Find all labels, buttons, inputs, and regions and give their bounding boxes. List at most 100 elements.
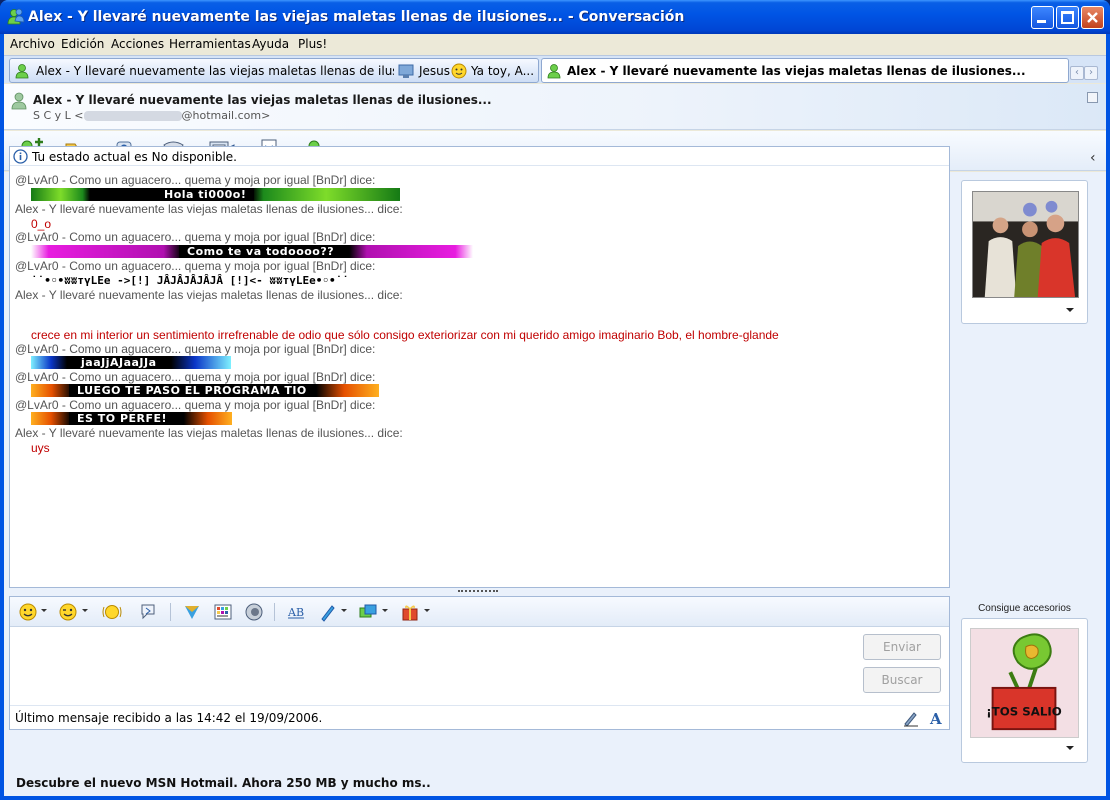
format-toolbar: AB: [10, 597, 949, 627]
message-sender: @LvAr0 - Como un aguacero... quema y moj…: [15, 230, 376, 244]
message-body: uys: [31, 441, 50, 455]
tab-scroll-right-icon[interactable]: ›: [1084, 66, 1098, 80]
accessories-panel: ¡TOS SALIO: [961, 618, 1088, 763]
header-collapse-icon[interactable]: [1087, 92, 1098, 103]
accessory-picture[interactable]: ¡TOS SALIO: [970, 628, 1079, 738]
message-sender: Alex - Y llevaré nuevamente las viejas m…: [15, 202, 403, 216]
picture-menu-dropdown-icon[interactable]: [1066, 308, 1074, 312]
status-notice: Tu estado actual es No disponible.: [10, 147, 949, 166]
conversation-history[interactable]: Tu estado actual es No disponible. @LvAr…: [9, 146, 950, 588]
tab-scroll-controls: ‹ ›: [1070, 64, 1100, 80]
search-button[interactable]: Buscar: [863, 667, 941, 693]
contact-status-icon: [11, 92, 27, 110]
message-sender: @LvAr0 - Como un aguacero... quema y moj…: [15, 398, 376, 412]
emoticon-icon[interactable]: [18, 602, 38, 622]
message-body-decorated: Como te va todoooo??: [31, 245, 473, 258]
contact-icon: [15, 64, 29, 79]
handwriting-dropdown-icon[interactable]: [341, 609, 347, 612]
last-message-info: Último mensaje recibido a las 14:42 el 1…: [15, 711, 323, 725]
info-icon: [13, 149, 28, 164]
contact-header: Alex - Y llevaré nuevamente las viejas m…: [4, 84, 1106, 130]
send-button[interactable]: Enviar: [863, 634, 941, 660]
message-sender: @LvAr0 - Como un aguacero... quema y moj…: [15, 342, 376, 356]
toolbar-separator: [170, 603, 171, 621]
menu-ayuda[interactable]: Ayuda: [252, 37, 289, 51]
message: @LvAr0 - Como un aguacero... quema y moj…: [15, 259, 945, 273]
message-sender: @LvAr0 - Como un aguacero... quema y moj…: [15, 259, 376, 273]
menu-acciones[interactable]: Acciones: [111, 37, 164, 51]
message-body-decorated: ES TO PERFE!: [31, 412, 232, 425]
message-body-decorated: jaaJjAJaaJJa: [31, 356, 231, 369]
smiley-icon: [451, 63, 467, 79]
minimize-button[interactable]: [1031, 6, 1054, 29]
menu-edicion[interactable]: Edición: [61, 37, 104, 51]
tab-group-conversation[interactable]: Alex - Y llevaré nuevamente las viejas m…: [9, 58, 539, 83]
gift-dropdown-icon[interactable]: [424, 609, 430, 612]
pane-splitter[interactable]: [458, 590, 498, 594]
menu-bar: Archivo Edición Acciones Herramientas Ay…: [4, 34, 1106, 54]
contact-picture-frame: [961, 180, 1088, 324]
title-bar[interactable]: Alex - Y llevaré nuevamente las viejas m…: [0, 0, 1110, 34]
message-input[interactable]: [10, 628, 860, 704]
contact-name: Alex - Y llevaré nuevamente las viejas m…: [33, 93, 492, 107]
display-options-icon[interactable]: [358, 602, 378, 622]
tab-alex-conversation[interactable]: Alex - Y llevaré nuevamente las viejas m…: [541, 58, 1069, 83]
handwriting-icon[interactable]: [318, 602, 338, 622]
tab-label: Alex - Y llevaré nuevamente las viejas m…: [36, 64, 394, 78]
compose-status-bar: Último mensaje recibido a las 14:42 el 1…: [10, 705, 949, 729]
message-body-decorated: ˙˙•◦•ʬʬтүLEe ->[!] JÂJÂJÂJÂJÂ [!]<- ʬʬтү…: [31, 274, 349, 287]
menu-archivo[interactable]: Archivo: [10, 37, 55, 51]
gift-icon[interactable]: [400, 602, 420, 622]
message-body: 0_o: [31, 217, 52, 231]
voice-clip-icon[interactable]: [138, 602, 158, 622]
maximize-button[interactable]: [1056, 6, 1079, 29]
nudge-icon[interactable]: [102, 602, 122, 622]
ad-banner[interactable]: Descubre el nuevo MSN Hotmail. Ahora 250…: [4, 770, 1106, 796]
emoticon-dropdown-icon[interactable]: [41, 609, 47, 612]
compose-area: AB Enviar Buscar Último mensaje recibido…: [9, 596, 950, 730]
tab-scroll-left-icon[interactable]: ‹: [1070, 66, 1084, 80]
status-text: Tu estado actual es No disponible.: [32, 150, 237, 164]
toolbar-separator: [274, 603, 275, 621]
group-icon: [398, 64, 414, 78]
contact-email-prefix: S C y L: [33, 109, 71, 122]
handwrite-mode-icon[interactable]: [902, 709, 920, 727]
contact-email-domain: @hotmail.com>: [181, 109, 271, 122]
message: @LvAr0 - Como un aguacero... quema y moj…: [15, 398, 945, 412]
redacted-email: [83, 111, 182, 121]
message-sender: @LvAr0 - Como un aguacero... quema y moj…: [15, 173, 376, 187]
accessory-menu-dropdown-icon[interactable]: [1066, 746, 1074, 750]
svg-text:AB: AB: [287, 606, 304, 619]
ad-text: Descubre el nuevo MSN Hotmail. Ahora 250…: [16, 776, 431, 790]
display-options-dropdown-icon[interactable]: [382, 609, 388, 612]
tab-label-yatoy: Ya toy, A...: [471, 64, 535, 78]
close-icon: [1087, 12, 1098, 23]
tab-label: Alex - Y llevaré nuevamente las viejas m…: [567, 64, 1026, 78]
wink-animation-icon[interactable]: [244, 602, 264, 622]
message: Alex - Y llevaré nuevamente las viejas m…: [15, 288, 945, 302]
accessory-sign-text: ¡TOS SALIO: [986, 704, 1061, 718]
display-picture-icon[interactable]: [213, 602, 233, 622]
message-body: crece en mi interior un sentimiento irre…: [31, 328, 779, 342]
menu-plus[interactable]: Plus!: [298, 37, 327, 51]
background-icon[interactable]: [182, 602, 202, 622]
wink-dropdown-icon[interactable]: [82, 609, 88, 612]
contact-email: S C y L < @hotmail.com>: [33, 109, 271, 122]
messenger-icon: [7, 8, 25, 25]
close-button[interactable]: [1081, 6, 1104, 29]
text-mode-icon[interactable]: A: [928, 709, 946, 727]
message: @LvAr0 - Como un aguacero... quema y moj…: [15, 342, 945, 356]
wink-icon[interactable]: [58, 602, 78, 622]
contact-icon: [547, 64, 561, 79]
contact-display-picture[interactable]: [972, 191, 1079, 298]
message-sender: @LvAr0 - Como un aguacero... quema y moj…: [15, 370, 376, 384]
tab-label-jesus: Jesus: [419, 64, 451, 78]
font-icon[interactable]: AB: [286, 602, 306, 622]
side-panel-toggle-icon[interactable]: ‹: [1090, 150, 1102, 176]
message: @LvAr0 - Como un aguacero... quema y moj…: [15, 370, 945, 384]
message-sender: Alex - Y llevaré nuevamente las viejas m…: [15, 426, 403, 440]
message: @LvAr0 - Como un aguacero... quema y moj…: [15, 173, 945, 187]
menu-herramientas[interactable]: Herramientas: [169, 37, 251, 51]
message: Alex - Y llevaré nuevamente las viejas m…: [15, 202, 945, 216]
svg-text:A: A: [929, 710, 942, 727]
